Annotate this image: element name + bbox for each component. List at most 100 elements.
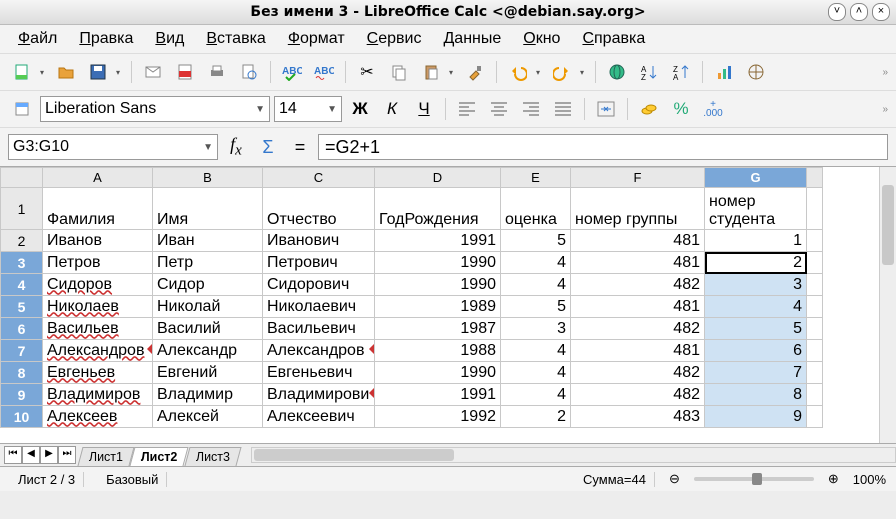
open-icon[interactable] xyxy=(52,58,80,86)
styles-icon[interactable] xyxy=(8,95,36,123)
row-header-5[interactable]: 5 xyxy=(1,296,43,318)
cell-3-A[interactable]: Петров xyxy=(43,252,153,274)
copy-icon[interactable] xyxy=(385,58,413,86)
col-header-D[interactable]: D xyxy=(375,168,501,188)
font-name-combo[interactable]: Liberation Sans▼ xyxy=(40,96,270,122)
cell-6-B[interactable]: Василий xyxy=(153,318,263,340)
equals-icon[interactable]: = xyxy=(286,133,314,161)
menu-Вставка[interactable]: Вставка xyxy=(198,28,273,50)
zoom-out-icon[interactable]: ⊖ xyxy=(669,471,680,487)
print-preview-icon[interactable] xyxy=(235,58,263,86)
cell-3-E[interactable]: 4 xyxy=(501,252,571,274)
tab-nav[interactable]: ⏮ ◀ ▶ ⏭ xyxy=(4,446,76,464)
cell-4-C[interactable]: Сидорович xyxy=(263,274,375,296)
align-justify-icon[interactable] xyxy=(549,95,577,123)
cell-8-A[interactable]: Евгеньев xyxy=(43,362,153,384)
row-header-3[interactable]: 3 xyxy=(1,252,43,274)
cell-6-F[interactable]: 482 xyxy=(571,318,705,340)
cell-10-C[interactable]: Алексеевич xyxy=(263,406,375,428)
underline-button[interactable]: Ч xyxy=(410,95,438,123)
cell-4-F[interactable]: 482 xyxy=(571,274,705,296)
sheet-tab-Лист3[interactable]: Лист3 xyxy=(184,447,241,466)
new-doc-icon[interactable] xyxy=(8,58,36,86)
save-icon[interactable] xyxy=(84,58,112,86)
italic-button[interactable]: К xyxy=(378,95,406,123)
align-center-icon[interactable] xyxy=(485,95,513,123)
autospell-icon[interactable]: ABC xyxy=(310,58,338,86)
add-decimal-icon[interactable]: +.000 xyxy=(699,95,727,123)
cell-10-F[interactable]: 483 xyxy=(571,406,705,428)
cell-9-F[interactable]: 482 xyxy=(571,384,705,406)
tab-prev-icon[interactable]: ◀ xyxy=(22,446,40,464)
cell-7-A[interactable]: Александров xyxy=(43,340,153,362)
chart-icon[interactable] xyxy=(710,58,738,86)
tab-last-icon[interactable]: ⏭ xyxy=(58,446,76,464)
bold-button[interactable]: Ж xyxy=(346,95,374,123)
font-size-combo[interactable]: 14▼ xyxy=(274,96,342,122)
close-button[interactable]: × xyxy=(872,3,890,21)
cell-3-F[interactable]: 481 xyxy=(571,252,705,274)
cell-5-B[interactable]: Николай xyxy=(153,296,263,318)
pdf-icon[interactable] xyxy=(171,58,199,86)
cell-2-F[interactable]: 481 xyxy=(571,230,705,252)
cell-5-D[interactable]: 1989 xyxy=(375,296,501,318)
col-header-A[interactable]: A xyxy=(43,168,153,188)
cell-8-G[interactable]: 7 xyxy=(705,362,807,384)
cell-9-E[interactable]: 4 xyxy=(501,384,571,406)
menu-Окно[interactable]: Окно xyxy=(515,28,568,50)
cell-6-D[interactable]: 1987 xyxy=(375,318,501,340)
menu-Сервис[interactable]: Сервис xyxy=(359,28,430,50)
formula-input[interactable] xyxy=(318,134,888,160)
cell-2-E[interactable]: 5 xyxy=(501,230,571,252)
row-header-8[interactable]: 8 xyxy=(1,362,43,384)
cell-6-G[interactable]: 5 xyxy=(705,318,807,340)
cell-7-C[interactable]: Александров xyxy=(263,340,375,362)
mail-icon[interactable] xyxy=(139,58,167,86)
menu-Файл[interactable]: Файл xyxy=(10,28,65,50)
cell-10-A[interactable]: Алексеев xyxy=(43,406,153,428)
cell-2-C[interactable]: Иванович xyxy=(263,230,375,252)
minimize-button[interactable]: ˅ xyxy=(828,3,846,21)
menu-Вид[interactable]: Вид xyxy=(147,28,192,50)
cell-2-B[interactable]: Иван xyxy=(153,230,263,252)
redo-icon[interactable] xyxy=(548,58,576,86)
col-header-F[interactable]: F xyxy=(571,168,705,188)
function-wizard-icon[interactable]: fx xyxy=(222,133,250,161)
name-box[interactable]: G3:G10▼ xyxy=(8,134,218,160)
cell-8-C[interactable]: Евгеньевич xyxy=(263,362,375,384)
cell-2-A[interactable]: Иванов xyxy=(43,230,153,252)
cell-1-E[interactable]: оценка xyxy=(501,188,571,230)
cut-icon[interactable]: ✂ xyxy=(353,58,381,86)
cell-10-E[interactable]: 2 xyxy=(501,406,571,428)
format-paintbrush-icon[interactable] xyxy=(461,58,489,86)
sort-asc-icon[interactable]: AZ xyxy=(635,58,663,86)
cell-8-D[interactable]: 1990 xyxy=(375,362,501,384)
cell-9-C[interactable]: Владимирови xyxy=(263,384,375,406)
zoom-slider[interactable] xyxy=(694,477,814,481)
row-header-1[interactable]: 1 xyxy=(1,188,43,230)
cell-7-D[interactable]: 1988 xyxy=(375,340,501,362)
cell-1-A[interactable]: Фамилия xyxy=(43,188,153,230)
spreadsheet-grid[interactable]: ABCDEFG1ФамилияИмяОтчествоГодРожденияоце… xyxy=(0,167,896,444)
tab-next-icon[interactable]: ▶ xyxy=(40,446,58,464)
col-header-C[interactable]: C xyxy=(263,168,375,188)
menu-Данные[interactable]: Данные xyxy=(435,28,509,50)
cell-1-B[interactable]: Имя xyxy=(153,188,263,230)
cell-3-G[interactable]: 2 xyxy=(705,252,807,274)
cell-8-E[interactable]: 4 xyxy=(501,362,571,384)
align-right-icon[interactable] xyxy=(517,95,545,123)
cell-4-G[interactable]: 3 xyxy=(705,274,807,296)
merge-cells-icon[interactable] xyxy=(592,95,620,123)
percent-icon[interactable]: % xyxy=(667,95,695,123)
navigator-icon[interactable] xyxy=(742,58,770,86)
cell-10-B[interactable]: Алексей xyxy=(153,406,263,428)
sum-icon[interactable]: Σ xyxy=(254,133,282,161)
cell-7-E[interactable]: 4 xyxy=(501,340,571,362)
cell-4-E[interactable]: 4 xyxy=(501,274,571,296)
row-header-6[interactable]: 6 xyxy=(1,318,43,340)
cell-4-A[interactable]: Сидоров xyxy=(43,274,153,296)
cell-9-A[interactable]: Владимиров xyxy=(43,384,153,406)
align-left-icon[interactable] xyxy=(453,95,481,123)
cell-3-D[interactable]: 1990 xyxy=(375,252,501,274)
cell-7-F[interactable]: 481 xyxy=(571,340,705,362)
